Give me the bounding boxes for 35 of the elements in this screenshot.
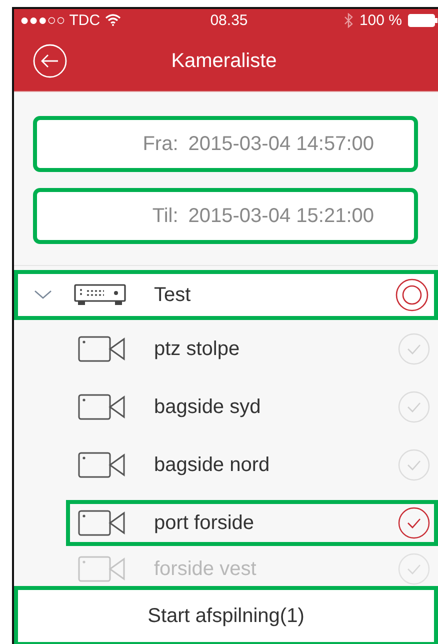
field-value: 2015-03-04 14:57:00: [188, 132, 374, 156]
field-label: Til:: [152, 204, 178, 228]
video-camera-icon: [78, 452, 126, 478]
video-camera-icon: [78, 394, 126, 420]
wifi-icon: [105, 14, 122, 26]
battery-icon: [408, 14, 438, 26]
back-button[interactable]: [32, 43, 68, 79]
screen-title: Kameraliste: [170, 50, 278, 72]
camera-name: forside vest: [154, 558, 258, 580]
field-value: 2015-03-04 15:21:00: [188, 204, 374, 228]
carrier-label: ●●●○○ TDC: [20, 12, 100, 28]
camera-row[interactable]: port forside: [14, 494, 438, 552]
camera-name: port forside: [154, 512, 256, 534]
check-circle-icon[interactable]: [398, 507, 430, 539]
recorder-device-icon: [74, 284, 126, 306]
start-playback-button[interactable]: Start afspilning(1): [14, 586, 438, 644]
chevron-down-icon[interactable]: [34, 290, 52, 300]
video-camera-icon: [78, 336, 126, 362]
video-camera-icon: [78, 510, 126, 536]
camera-row[interactable]: bagside nord: [14, 436, 438, 494]
camera-row[interactable]: ptz stolpe: [14, 320, 438, 378]
battery-percent: 100 %: [359, 12, 402, 28]
camera-name: bagside nord: [154, 454, 271, 476]
camera-name: ptz stolpe: [154, 338, 241, 360]
device-name: Test: [154, 284, 192, 306]
date-time-field[interactable]: Til: 2015-03-04 15:21:00: [36, 191, 415, 241]
camera-row[interactable]: bagside syd: [14, 378, 438, 436]
bluetooth-icon: [344, 12, 354, 28]
clock-time: 08.35: [210, 12, 248, 28]
field-label: Fra:: [142, 132, 178, 156]
camera-name: bagside syd: [154, 396, 262, 418]
device-row[interactable]: Test: [14, 270, 438, 320]
date-time-field[interactable]: Fra: 2015-03-04 14:57:00: [36, 119, 415, 169]
radio-circle-icon[interactable]: [395, 278, 429, 312]
video-camera-icon: [78, 556, 126, 582]
